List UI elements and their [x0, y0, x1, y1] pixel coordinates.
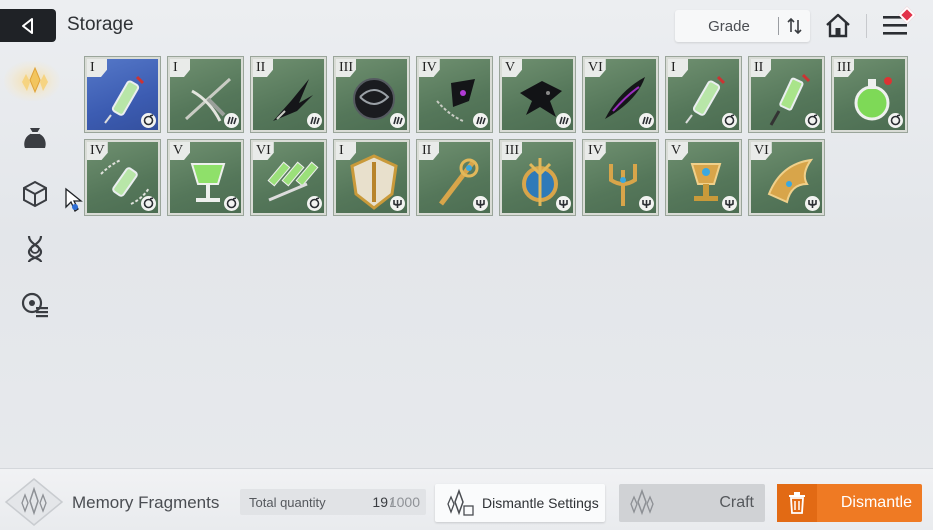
spiral-icon — [307, 196, 322, 211]
trident-icon — [805, 196, 820, 211]
crystal-settings-icon — [447, 488, 474, 516]
claw-icon — [224, 113, 239, 128]
sort-dropdown[interactable]: Grade — [675, 10, 810, 42]
claw-icon — [639, 113, 654, 128]
tab-memory-fragments[interactable] — [14, 60, 56, 102]
page-title: Storage — [67, 14, 134, 35]
fragments-label: Memory Fragments — [72, 493, 220, 512]
sort-label: Grade — [708, 18, 750, 35]
spiral-icon — [141, 196, 156, 211]
item-slot[interactable]: VI — [250, 139, 327, 216]
tab-genes[interactable] — [14, 228, 56, 270]
quantity-current: 19 — [372, 494, 388, 510]
claw-icon — [307, 113, 322, 128]
dna-icon — [27, 235, 43, 263]
dismantle-settings-button[interactable]: Dismantle Settings — [435, 484, 605, 522]
spiral-icon — [722, 113, 737, 128]
craft-label: Craft — [719, 494, 754, 511]
memory-fragment-icon — [4, 478, 64, 526]
item-slot[interactable]: VI — [582, 56, 659, 133]
dismantle-settings-label: Dismantle Settings — [482, 495, 599, 511]
dismantle-button[interactable]: Dismantle — [777, 484, 922, 522]
total-quantity-label: Total quantity — [249, 495, 326, 510]
crystal-icon — [630, 488, 654, 516]
item-slot[interactable]: I — [665, 56, 742, 133]
cube-icon — [23, 180, 47, 208]
mouse-cursor-icon — [65, 187, 83, 212]
spiral-icon — [888, 113, 903, 128]
home-icon[interactable] — [824, 12, 852, 38]
footer-bar: Memory Fragments Total quantity 19 / 100… — [0, 468, 933, 530]
tab-consumables[interactable] — [14, 117, 56, 159]
quantity-box: Total quantity 19 / 1000 — [240, 489, 426, 515]
trident-icon — [390, 196, 405, 211]
sort-order-icon[interactable] — [785, 16, 805, 36]
trident-icon — [639, 196, 654, 211]
item-slot[interactable]: II — [250, 56, 327, 133]
spiral-icon — [141, 113, 156, 128]
item-slot[interactable]: V — [499, 56, 576, 133]
tab-materials[interactable] — [14, 173, 56, 215]
item-slot[interactable]: III — [333, 56, 410, 133]
item-slot[interactable]: I — [84, 56, 161, 133]
item-slot[interactable]: V — [167, 139, 244, 216]
item-slot[interactable]: V — [665, 139, 742, 216]
trident-icon — [722, 196, 737, 211]
toolbar-divider — [866, 14, 867, 38]
back-arrow-icon — [22, 17, 33, 34]
quantity-max: 1000 — [388, 494, 420, 510]
dismantle-label: Dismantle — [840, 494, 912, 511]
trash-icon — [777, 484, 817, 522]
item-slot[interactable]: III — [499, 139, 576, 216]
item-slot[interactable]: IV — [84, 139, 161, 216]
item-slot[interactable]: IV — [582, 139, 659, 216]
spiral-icon — [805, 113, 820, 128]
spiral-icon — [224, 196, 239, 211]
trident-icon — [556, 196, 571, 211]
item-slot[interactable]: II — [748, 56, 825, 133]
item-slot[interactable]: III — [831, 56, 908, 133]
sort-divider — [778, 17, 779, 35]
item-slot[interactable]: IV — [416, 56, 493, 133]
item-slot[interactable]: II — [416, 139, 493, 216]
item-slot[interactable]: I — [333, 139, 410, 216]
item-slot[interactable]: I — [167, 56, 244, 133]
claw-icon — [390, 113, 405, 128]
claw-icon — [556, 113, 571, 128]
skill-list-icon — [21, 292, 48, 318]
tab-skills[interactable] — [14, 284, 56, 326]
item-slot[interactable]: VI — [748, 139, 825, 216]
back-button[interactable] — [0, 9, 56, 42]
category-sidebar — [0, 55, 66, 465]
craft-button[interactable]: Craft — [619, 484, 765, 522]
pouch-icon — [24, 128, 46, 148]
claw-icon — [473, 113, 488, 128]
trident-icon — [473, 196, 488, 211]
memory-fragment-icon — [22, 66, 48, 94]
